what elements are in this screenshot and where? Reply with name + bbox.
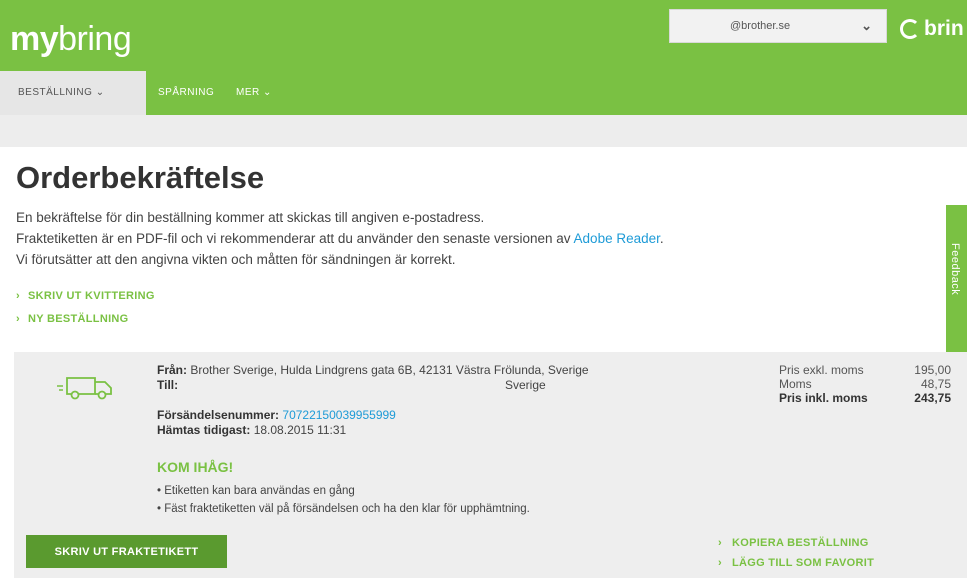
intro-line-2: Fraktetiketten är en PDF-fil och vi reko… (16, 228, 916, 249)
copy-order-label: KOPIERA BESTÄLLNING (731, 537, 869, 549)
chevron-right-icon: › (718, 557, 722, 569)
shipment-row: Försändelsenummer: 70722150039955999 (157, 408, 396, 422)
from-label: Från: (157, 363, 187, 377)
nav-mer[interactable]: MER ⌄ (236, 71, 272, 115)
pickup-row: Hämtas tidigast: 18.08.2015 11:31 (157, 423, 346, 437)
new-order-link[interactable]: › NY BESTÄLLNING (16, 313, 129, 325)
intro-line-2-prefix: Fraktetiketten är en PDF-fil och vi reko… (16, 231, 574, 246)
nav-sparning[interactable]: SPÅRNING (158, 71, 214, 115)
remember-list: • Etiketten kan bara användas en gång • … (157, 482, 530, 518)
brand-text: brin (924, 17, 964, 40)
sub-nav-bar (0, 115, 967, 147)
chevron-right-icon: › (16, 313, 20, 325)
remember-title: KOM IHÅG! (157, 459, 234, 475)
add-favorite-link[interactable]: › LÄGG TILL SOM FAVORIT (718, 557, 874, 569)
price-incl-value: 243,75 (914, 391, 951, 405)
pickup-label: Hämtas tidigast: (157, 423, 251, 437)
logo-my: my (10, 20, 59, 58)
chevron-right-icon: › (16, 290, 20, 302)
to-value: Sverige (505, 378, 546, 392)
vat-value: 48,75 (920, 377, 951, 391)
nav-bestallning[interactable]: BESTÄLLNING ⌄ (0, 71, 146, 115)
print-receipt-label: SKRIV UT KVITTERING (27, 290, 155, 302)
mybring-logo[interactable]: mybring (10, 20, 132, 59)
price-excl-value: 195,00 (914, 363, 951, 377)
intro-line-3: Vi förutsätter att den angivna vikten oc… (16, 252, 456, 267)
price-excl-label: Pris exkl. moms (779, 363, 864, 377)
print-label-button[interactable]: SKRIV UT FRAKTETIKETT (26, 535, 227, 568)
account-email: @brother.se (730, 20, 791, 32)
account-select[interactable]: @brother.se ⌄ (669, 9, 887, 43)
chevron-down-icon: ⌄ (861, 18, 872, 33)
feedback-tab[interactable]: Feedback (946, 205, 967, 353)
print-receipt-link[interactable]: › SKRIV UT KVITTERING (16, 290, 155, 302)
logo-bring: bring (58, 20, 132, 58)
main-nav: BESTÄLLNING ⌄ SPÅRNING MER ⌄ (0, 71, 967, 115)
list-item: • Etiketten kan bara användas en gång (157, 485, 355, 497)
bring-logo[interactable]: brin (898, 17, 967, 41)
to-label: Till: (157, 378, 179, 392)
new-order-label: NY BESTÄLLNING (27, 313, 129, 325)
to-row: Till: (157, 378, 178, 392)
shipment-number-link[interactable]: 70722150039955999 (282, 408, 395, 422)
from-row: Från: Brother Sverige, Hulda Lindgrens g… (157, 363, 589, 377)
vat-label: Moms (779, 377, 812, 391)
copy-order-link[interactable]: › KOPIERA BESTÄLLNING (718, 537, 869, 549)
feedback-label: Feedback (949, 243, 961, 296)
pickup-value: 18.08.2015 11:31 (253, 423, 347, 437)
shipment-label: Försändelsenummer: (157, 408, 280, 422)
add-favorite-label: LÄGG TILL SOM FAVORIT (731, 557, 875, 569)
price-incl-label: Pris inkl. moms (779, 391, 868, 405)
truck-icon (57, 377, 112, 400)
list-item: • Fäst fraktetiketten väl på försändelse… (157, 503, 530, 515)
header-bar: mybring @brother.se ⌄ brin (0, 0, 967, 71)
adobe-reader-link[interactable]: Adobe Reader (574, 231, 660, 246)
bring-logo-icon (900, 19, 920, 39)
page-title: Orderbekräftelse (16, 160, 265, 195)
intro-text: En bekräftelse för din beställning komme… (16, 207, 916, 270)
intro-line-1: En bekräftelse för din beställning komme… (16, 210, 485, 225)
from-value: Brother Sverige, Hulda Lindgrens gata 6B… (190, 363, 589, 377)
chevron-right-icon: › (718, 537, 722, 549)
intro-line-2-suffix: . (659, 231, 664, 246)
